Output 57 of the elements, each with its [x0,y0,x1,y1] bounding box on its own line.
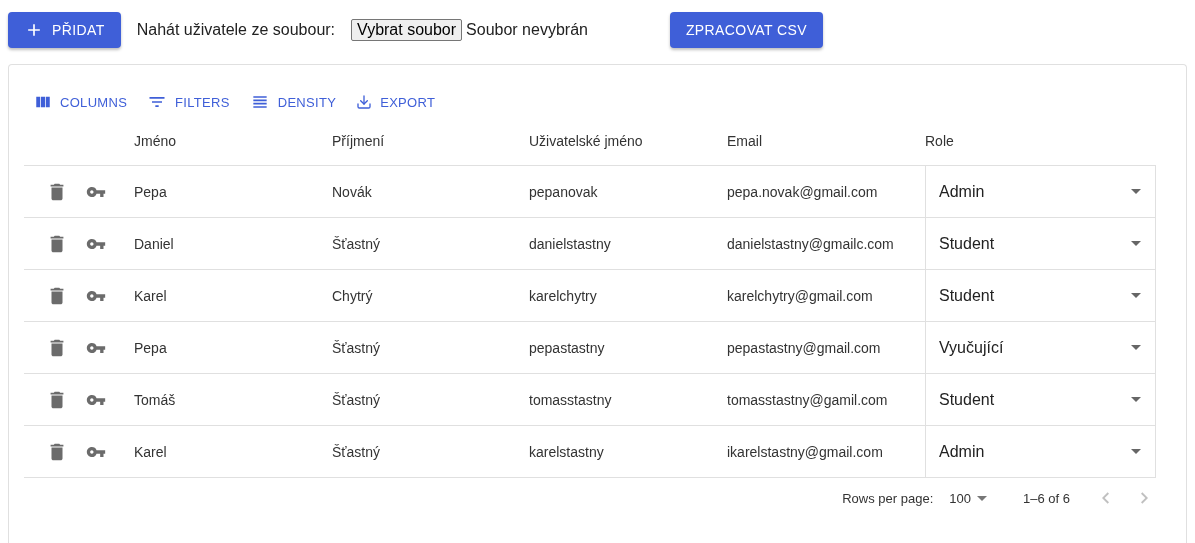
table-cell-text: Šťastný [332,443,382,460]
chevron-right-icon [1141,492,1148,504]
table-cell-text: karelchytry [529,287,598,304]
table-cell-text: ikarelstastny@gmail.com [727,443,884,460]
role-select[interactable]: Student [925,374,1156,425]
table-cell-text: Chytrý [332,287,374,304]
caret-icon [977,495,987,501]
add-button[interactable]: PŘIDAT [8,12,121,48]
table-cell-text: Pepa [134,183,168,200]
rows-per-page-label: Rows per page: [842,490,934,506]
caret-icon [1131,397,1141,402]
table-cell-text: tomasstastny [529,391,613,408]
table-cell-text: Pepa [134,339,168,356]
download-icon [356,94,373,110]
table-cell-text: karelstastny [529,443,605,460]
caret-icon [1131,241,1141,246]
table-cell-text: Šťastný [332,339,382,356]
table-cell-text: Karel [134,287,168,304]
table-cell-text: Šťastný [332,235,382,252]
columns-button[interactable]: COLUMNS [32,93,130,111]
column-header[interactable]: Uživatelské jméno [529,133,727,149]
table-cell-text: pepastastny [529,339,606,356]
role-select[interactable]: Admin [925,166,1156,217]
caret-icon [1131,345,1141,350]
caret-icon [1131,449,1141,454]
chevron-left-icon [1102,492,1109,504]
table-cell-text: danielstastny [529,235,612,252]
table-cell-text: Daniel [134,235,175,252]
role-select[interactable]: Vyučující [925,322,1156,373]
table-cell-text: pepanovak [529,183,599,200]
file-status: Soubor nevybrán [466,21,588,39]
page-range: 1–6 of 6 [1023,490,1070,506]
table-cell-text: karelchytry@gmail.com [727,287,874,304]
density-button[interactable]: DENSITY [247,92,339,112]
table-cell-text: pepastastny@gmail.com [727,339,882,356]
table-cell-text: danielstastny@gmailc.com [727,235,895,252]
column-header[interactable]: Jméno [134,133,332,149]
caret-icon [1131,293,1141,298]
table-cell-text: Šťastný [332,391,382,408]
column-header[interactable]: Role [925,133,1156,149]
caret-icon [1131,189,1141,194]
role-select[interactable]: Student [925,218,1156,269]
table-cell-text: Tomáš [134,391,177,408]
column-header[interactable]: Email [727,133,925,149]
upload-label: Nahát uživatele ze soubour: [136,21,336,39]
role-select[interactable]: Admin [925,426,1156,477]
filters-button[interactable]: FILTERS [145,92,232,112]
process-csv-button[interactable]: ZPRACOVAT CSV [669,12,824,48]
role-select[interactable]: Student [925,270,1156,321]
column-header[interactable]: Příjmení [332,133,529,149]
table-cell-text: Karel [134,443,168,460]
rows-per-page-select[interactable]: 100 [949,490,987,506]
table-cell-text: tomasstastny@gamil.com [727,391,889,408]
table-cell-text: pepa.novak@gmail.com [727,183,879,200]
table-cell-text: Novák [332,183,373,200]
export-button[interactable]: EXPORT [354,94,438,110]
choose-file-button[interactable]: Vybrat soubor [351,19,463,41]
